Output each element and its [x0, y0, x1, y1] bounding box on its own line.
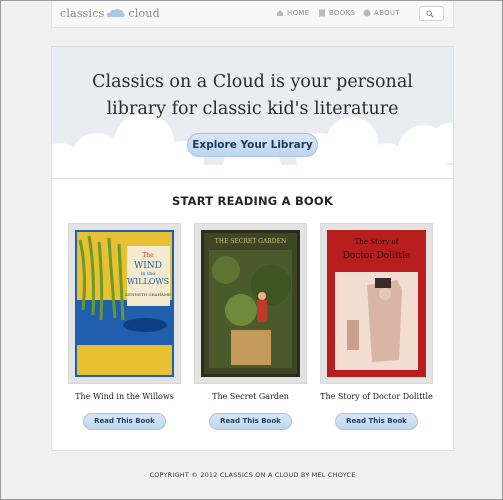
section-title: START READING A BOOK [172, 194, 333, 208]
book-cover-image: THE SECRET GARDEN [201, 230, 300, 377]
nav-home-label: HOME [287, 9, 310, 17]
nav-books-label: BOOKS [329, 9, 356, 17]
explore-library-button[interactable]: Explore Your Library [187, 133, 318, 157]
read-book-button[interactable]: Read This Book [83, 413, 166, 430]
main-card: Classics on a Cloud is your personal lib… [51, 46, 454, 451]
cover-text-line: WIND [134, 261, 162, 271]
nav-about[interactable]: ABOUT [363, 9, 400, 17]
brand-name-left: classics [60, 7, 105, 20]
read-book-button[interactable]: Read This Book [209, 413, 292, 430]
book-card: The WIND in the WILLOWS KENNETH GRAHAME … [68, 223, 181, 430]
hero-line-1: Classics on a Cloud is your personal [92, 72, 413, 92]
nav-books[interactable]: BOOKS [318, 9, 355, 17]
book-title[interactable]: The Wind in the Willows [58, 392, 191, 401]
book-icon [319, 9, 325, 17]
search-button[interactable] [419, 6, 444, 21]
cover-text-line: WILLOWS [127, 277, 169, 286]
cover-text-line: Doctor Dolittle [343, 251, 411, 261]
book-card: The Story of Doctor Dolittle The Story o… [320, 223, 433, 430]
book-cover-frame[interactable]: THE SECRET GARDEN [194, 223, 307, 384]
hero-line-2: library for classic kid's literature [106, 99, 399, 119]
book-cover-frame[interactable]: The WIND in the WILLOWS KENNETH GRAHAME [68, 223, 181, 384]
home-icon [277, 10, 283, 16]
search-icon [426, 10, 434, 18]
brand-logo[interactable]: classics cloud [60, 7, 160, 21]
footer-copyright: COPYRIGHT © 2012 CLASSICS ON A CLOUD BY … [149, 471, 356, 479]
cloud-icon [106, 8, 126, 21]
hero-headline: Classics on a Cloud is your personal lib… [52, 69, 453, 123]
cover-text-line: The [142, 252, 154, 259]
book-title[interactable]: The Secret Garden [184, 392, 317, 401]
read-book-button[interactable]: Read This Book [335, 413, 418, 430]
cover-text-line: THE SECRET GARDEN [215, 238, 287, 245]
info-icon [363, 9, 371, 17]
brand-name-right: cloud [128, 7, 160, 20]
book-cover-image: The Story of Doctor Dolittle [327, 230, 426, 377]
book-card: THE SECRET GARDEN The Secret Garden Read… [194, 223, 307, 430]
cover-text-line: KENNETH GRAHAME [125, 292, 171, 297]
top-nav: classics cloud HOME BOOKS ABOUT [51, 1, 454, 28]
nav-about-label: ABOUT [374, 9, 400, 17]
nav-home[interactable]: HOME [276, 9, 309, 17]
book-cover-frame[interactable]: The Story of Doctor Dolittle [320, 223, 433, 384]
hero-banner: Classics on a Cloud is your personal lib… [52, 47, 453, 179]
book-title[interactable]: The Story of Doctor Dolittle [310, 392, 443, 401]
book-cover-image: The WIND in the WILLOWS KENNETH GRAHAME [75, 230, 174, 377]
cover-text-line: The Story of [355, 238, 400, 246]
